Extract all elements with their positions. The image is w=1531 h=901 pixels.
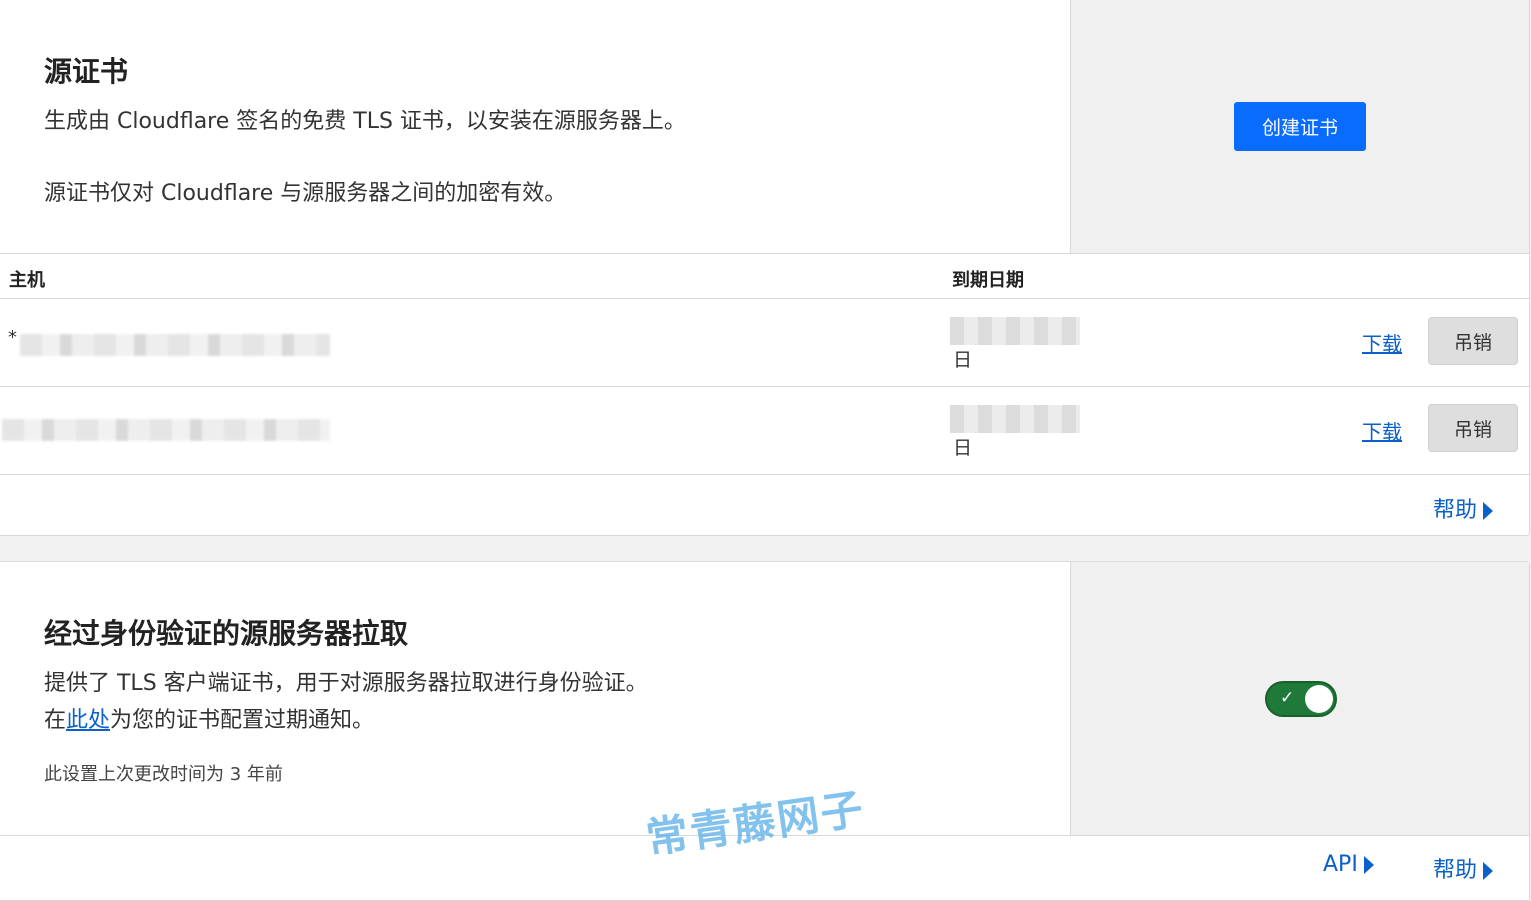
origin-certificates-card: 源证书 生成由 Cloudflare 签名的免费 TLS 证书，以安装在源服务器… <box>0 0 1530 536</box>
notification-settings-link[interactable]: 此处 <box>66 708 110 733</box>
help-link[interactable]: 帮助 <box>1433 492 1494 524</box>
description-line-2: 在此处为您的证书配置过期通知。 <box>44 702 374 734</box>
table-header: 主机 到期日期 <box>0 253 1529 299</box>
help-label: 帮助 <box>1433 498 1478 523</box>
action-panel: 创建证书 <box>1070 0 1529 254</box>
description-line-1: 提供了 TLS 客户端证书，用于对源服务器拉取进行身份验证。 <box>44 671 648 696</box>
redacted-hostname <box>2 419 330 441</box>
table-row: * 日 下载 吊销 <box>0 299 1529 387</box>
create-certificate-button[interactable]: 创建证书 <box>1234 102 1366 151</box>
revoke-button[interactable]: 吊销 <box>1428 317 1518 365</box>
check-icon: ✓ <box>1280 688 1295 708</box>
section-title: 经过身份验证的源服务器拉取 <box>44 617 409 650</box>
aop-toggle-switch[interactable]: ✓ <box>1265 681 1337 717</box>
redacted-hostname <box>20 334 330 356</box>
last-changed-text: 此设置上次更改时间为 3 年前 <box>44 764 283 785</box>
revoke-button[interactable]: 吊销 <box>1428 404 1518 452</box>
action-panel: ✓ <box>1070 562 1529 835</box>
redacted-date <box>950 405 1080 433</box>
caret-right-icon <box>1483 862 1494 880</box>
api-link[interactable]: API <box>1323 852 1374 877</box>
table-row: 日 下载 吊销 <box>0 387 1529 475</box>
authenticated-origin-pulls-card: 经过身份验证的源服务器拉取 提供了 TLS 客户端证书，用于对源服务器拉取进行身… <box>0 561 1530 901</box>
help-label: 帮助 <box>1433 858 1478 883</box>
date-suffix: 日 <box>953 437 973 459</box>
toggle-knob <box>1305 685 1333 713</box>
host-prefix: * <box>8 327 17 348</box>
download-link[interactable]: 下载 <box>1362 416 1402 445</box>
column-host: 主机 <box>9 270 45 291</box>
api-label: API <box>1323 852 1358 877</box>
description-line-1: 生成由 Cloudflare 签名的免费 TLS 证书，以安装在源服务器上。 <box>44 109 686 134</box>
desc-suffix: 为您的证书配置过期通知。 <box>110 708 375 733</box>
date-suffix: 日 <box>953 349 973 371</box>
download-link[interactable]: 下载 <box>1362 328 1402 357</box>
desc-prefix: 在 <box>44 708 67 733</box>
help-link[interactable]: 帮助 <box>1433 852 1494 884</box>
redacted-date <box>950 317 1080 345</box>
caret-right-icon <box>1363 856 1374 874</box>
column-expiry: 到期日期 <box>952 270 1024 291</box>
section-title: 源证书 <box>44 55 129 88</box>
caret-right-icon <box>1483 502 1494 520</box>
description-line-2: 源证书仅对 Cloudflare 与源服务器之间的加密有效。 <box>44 181 567 206</box>
